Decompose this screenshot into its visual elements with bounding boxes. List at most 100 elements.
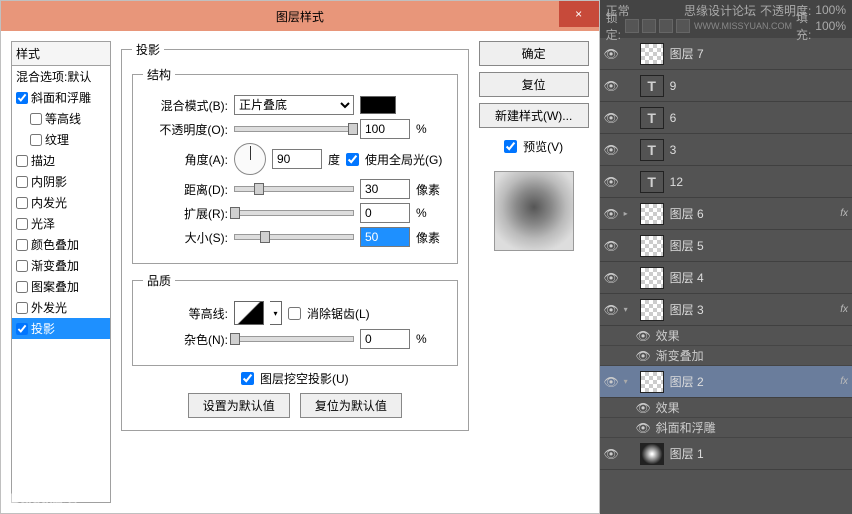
dropshadow-checkbox[interactable]	[16, 323, 28, 335]
visibility-eye-icon[interactable]: 👁	[604, 47, 618, 61]
layer-thumbnail[interactable]	[640, 443, 664, 465]
lock-all-icon[interactable]	[676, 19, 690, 33]
style-satin[interactable]: 光泽	[12, 213, 110, 234]
layer-thumbnail[interactable]: T	[640, 171, 664, 193]
contour-dropdown[interactable]: ▾	[270, 301, 282, 325]
layer-row[interactable]: 👁T12	[600, 166, 852, 198]
cancel-button[interactable]: 复位	[479, 72, 589, 97]
visibility-eye-icon[interactable]: 👁	[604, 375, 618, 389]
layer-row[interactable]: 👁▾图层 2fx	[600, 366, 852, 398]
lock-transparency-icon[interactable]	[625, 19, 639, 33]
fx-badge: fx	[840, 304, 848, 315]
innershadow-checkbox[interactable]	[16, 176, 28, 188]
spread-slider[interactable]	[234, 210, 354, 216]
lock-position-icon[interactable]	[659, 19, 673, 33]
preview-checkbox[interactable]	[504, 140, 517, 153]
visibility-eye-icon[interactable]: 👁	[604, 79, 618, 93]
layer-thumbnail[interactable]	[640, 267, 664, 289]
visibility-eye-icon[interactable]: 👁	[636, 421, 650, 435]
layer-row[interactable]: 👁图层 1	[600, 438, 852, 470]
visibility-eye-icon[interactable]: 👁	[604, 207, 618, 221]
style-outer-glow[interactable]: 外发光	[12, 297, 110, 318]
lock-image-icon[interactable]	[642, 19, 656, 33]
ok-button[interactable]: 确定	[479, 41, 589, 66]
bevel-checkbox[interactable]	[16, 92, 28, 104]
effect-row[interactable]: 👁斜面和浮雕	[600, 418, 852, 438]
layer-thumbnail[interactable]: T	[640, 75, 664, 97]
visibility-eye-icon[interactable]: 👁	[604, 447, 618, 461]
layer-thumbnail[interactable]	[640, 43, 664, 65]
effect-row[interactable]: 👁渐变叠加	[600, 346, 852, 366]
blend-mode-select[interactable]: 正片叠底	[234, 95, 354, 115]
layer-thumbnail[interactable]	[640, 371, 664, 393]
layer-row[interactable]: 👁T6	[600, 102, 852, 134]
outerglow-checkbox[interactable]	[16, 302, 28, 314]
opacity-slider[interactable]	[234, 126, 354, 132]
style-drop-shadow[interactable]: 投影	[12, 318, 110, 339]
visibility-eye-icon[interactable]: 👁	[636, 401, 650, 415]
style-texture[interactable]: 纹理	[12, 129, 110, 150]
layer-row[interactable]: 👁▸图层 6fx	[600, 198, 852, 230]
layer-row[interactable]: 👁图层 7	[600, 38, 852, 70]
contour-checkbox[interactable]	[30, 113, 42, 125]
make-default-button[interactable]: 设置为默认值	[188, 393, 290, 418]
effect-row[interactable]: 👁效果	[600, 326, 852, 346]
noise-slider[interactable]	[234, 336, 354, 342]
visibility-eye-icon[interactable]: 👁	[604, 143, 618, 157]
style-pattern-overlay[interactable]: 图案叠加	[12, 276, 110, 297]
new-style-button[interactable]: 新建样式(W)...	[479, 103, 589, 128]
layer-row[interactable]: 👁▾图层 3fx	[600, 294, 852, 326]
satin-checkbox[interactable]	[16, 218, 28, 230]
patternoverlay-checkbox[interactable]	[16, 281, 28, 293]
gradientoverlay-checkbox[interactable]	[16, 260, 28, 272]
stroke-checkbox[interactable]	[16, 155, 28, 167]
shadow-color-swatch[interactable]	[360, 96, 396, 114]
coloroverlay-checkbox[interactable]	[16, 239, 28, 251]
style-bevel[interactable]: 斜面和浮雕	[12, 87, 110, 108]
spread-input[interactable]	[360, 203, 410, 223]
blend-defaults-item[interactable]: 混合选项:默认	[12, 66, 110, 87]
layer-thumbnail[interactable]: T	[640, 139, 664, 161]
contour-picker[interactable]	[234, 301, 264, 325]
style-color-overlay[interactable]: 颜色叠加	[12, 234, 110, 255]
angle-input[interactable]	[272, 149, 322, 169]
visibility-eye-icon[interactable]: 👁	[604, 271, 618, 285]
visibility-eye-icon[interactable]: 👁	[604, 175, 618, 189]
visibility-eye-icon[interactable]: 👁	[604, 303, 618, 317]
layer-row[interactable]: 👁T3	[600, 134, 852, 166]
knockout-checkbox[interactable]	[241, 372, 254, 385]
size-slider[interactable]	[234, 234, 354, 240]
opacity-input[interactable]	[360, 119, 410, 139]
innerglow-checkbox[interactable]	[16, 197, 28, 209]
style-stroke[interactable]: 描边	[12, 150, 110, 171]
distance-slider[interactable]	[234, 186, 354, 192]
noise-input[interactable]	[360, 329, 410, 349]
expand-triangle-icon[interactable]: ▾	[624, 377, 634, 386]
layer-thumbnail[interactable]	[640, 235, 664, 257]
layer-row[interactable]: 👁图层 4	[600, 262, 852, 294]
style-inner-shadow[interactable]: 内阴影	[12, 171, 110, 192]
visibility-eye-icon[interactable]: 👁	[636, 329, 650, 343]
style-contour[interactable]: 等高线	[12, 108, 110, 129]
style-gradient-overlay[interactable]: 渐变叠加	[12, 255, 110, 276]
angle-dial[interactable]	[234, 143, 266, 175]
antialias-checkbox[interactable]	[288, 307, 301, 320]
visibility-eye-icon[interactable]: 👁	[636, 349, 650, 363]
layer-thumbnail[interactable]	[640, 299, 664, 321]
reset-default-button[interactable]: 复位为默认值	[300, 393, 402, 418]
size-input[interactable]	[360, 227, 410, 247]
expand-triangle-icon[interactable]: ▾	[624, 305, 634, 314]
global-light-checkbox[interactable]	[346, 153, 359, 166]
layer-row[interactable]: 👁图层 5	[600, 230, 852, 262]
close-button[interactable]: ×	[559, 1, 599, 27]
layer-thumbnail[interactable]: T	[640, 107, 664, 129]
effect-row[interactable]: 👁效果	[600, 398, 852, 418]
distance-input[interactable]	[360, 179, 410, 199]
layer-row[interactable]: 👁T9	[600, 70, 852, 102]
visibility-eye-icon[interactable]: 👁	[604, 111, 618, 125]
texture-checkbox[interactable]	[30, 134, 42, 146]
expand-triangle-icon[interactable]: ▸	[624, 209, 634, 218]
layer-thumbnail[interactable]	[640, 203, 664, 225]
visibility-eye-icon[interactable]: 👁	[604, 239, 618, 253]
style-inner-glow[interactable]: 内发光	[12, 192, 110, 213]
